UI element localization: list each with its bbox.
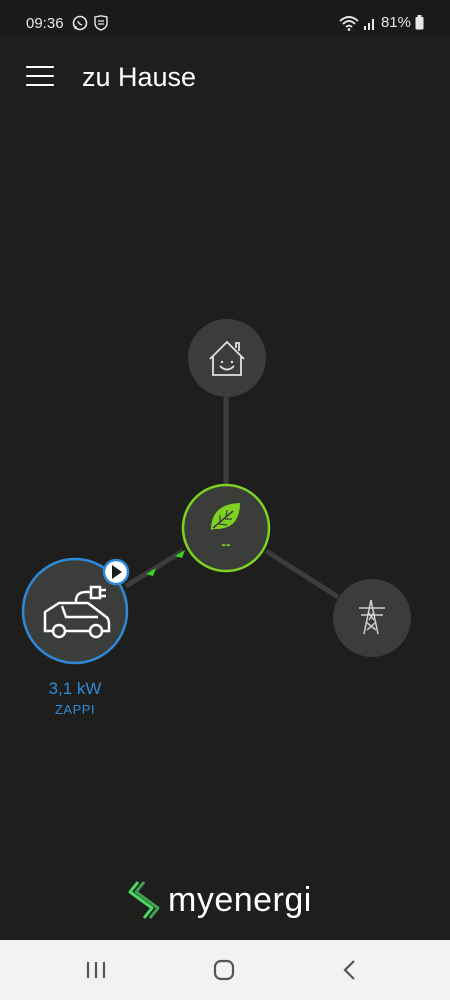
- charger-power: 3,1 kW: [48, 679, 102, 698]
- wifi-icon: [339, 15, 359, 31]
- battery-percent: 81%: [380, 14, 411, 31]
- status-time: 09:36: [26, 15, 64, 32]
- app-bar: zu Hause: [0, 38, 450, 118]
- status-bar: 09:36 81%: [0, 0, 450, 38]
- battery-icon: [415, 15, 424, 30]
- brand-logo: myenergi: [126, 878, 312, 922]
- signal-icon: [363, 18, 374, 30]
- whatsapp-icon: [72, 15, 88, 31]
- charger-status-badge[interactable]: [102, 558, 130, 586]
- hub-value: --: [221, 536, 231, 552]
- home-node[interactable]: [188, 319, 266, 397]
- home-icon[interactable]: [204, 957, 244, 983]
- charger-name: ZAPPI: [54, 702, 96, 717]
- grid-node[interactable]: [333, 579, 411, 657]
- system-nav-bar: [0, 940, 450, 1000]
- hub-node[interactable]: --: [181, 483, 271, 573]
- page-title: zu Hause: [82, 62, 197, 92]
- connector-charger: [124, 548, 185, 589]
- back-icon[interactable]: [330, 957, 370, 983]
- shield-icon: [94, 15, 108, 31]
- recent-apps-icon[interactable]: [76, 957, 116, 983]
- connector-grid: [264, 548, 340, 600]
- myenergi-logo-icon: [128, 881, 160, 919]
- brand-name: myenergi: [168, 880, 312, 919]
- hamburger-menu-icon[interactable]: [26, 66, 54, 88]
